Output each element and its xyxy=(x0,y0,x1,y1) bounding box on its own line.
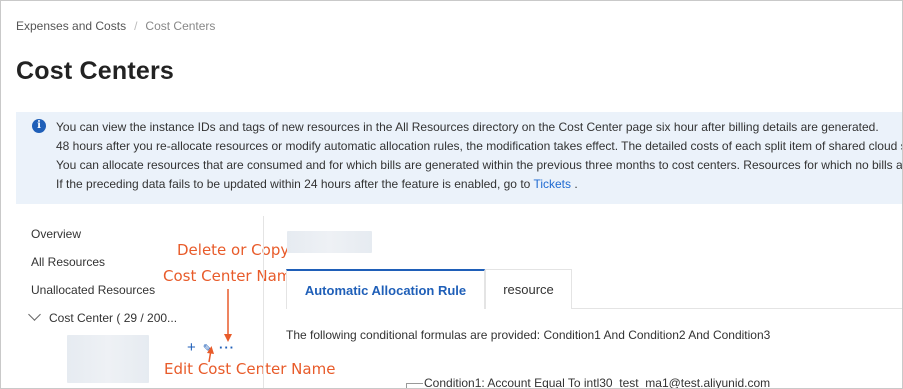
cost-center-name-redacted xyxy=(287,231,372,253)
arrowhead-icon xyxy=(224,334,232,342)
condition-row: Condition1: Account Equal To intl30_test… xyxy=(424,376,771,389)
condition-connector xyxy=(406,383,423,388)
panel-divider xyxy=(263,216,264,388)
arrowhead-icon xyxy=(207,346,214,354)
tab-automatic-allocation-rule[interactable]: Automatic Allocation Rule xyxy=(286,269,485,309)
tab-underline xyxy=(572,308,902,309)
tab-resource[interactable]: resource xyxy=(485,269,572,309)
formula-text: The following conditional formulas are p… xyxy=(286,328,771,342)
app-frame: Expenses and Costs / Cost Centers Cost Cen… xyxy=(0,0,903,389)
